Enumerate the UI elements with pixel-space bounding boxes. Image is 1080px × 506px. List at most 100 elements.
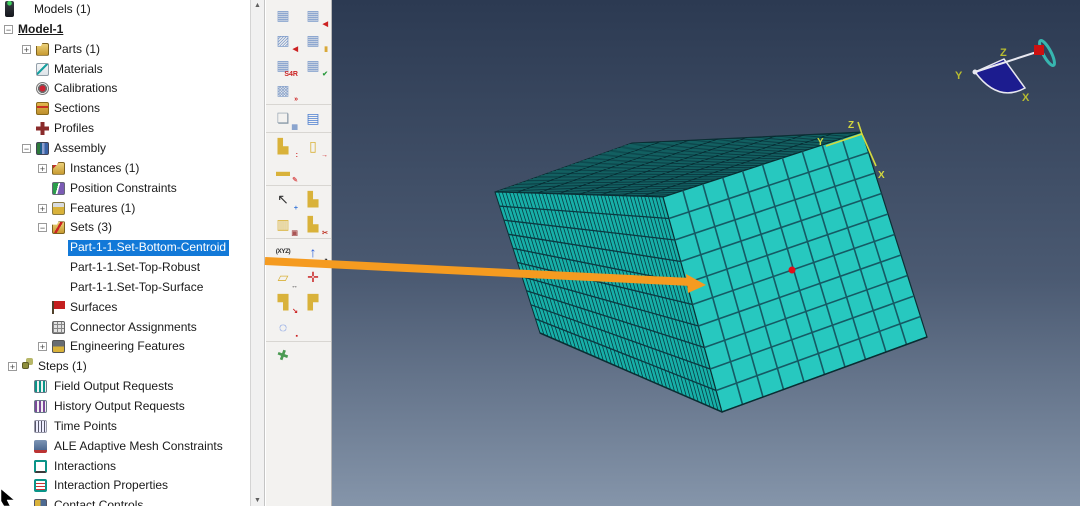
- sketch-icon-badge: ▪: [295, 333, 298, 340]
- tree-item-calibrations[interactable]: Calibrations: [0, 79, 250, 99]
- tree-item-interactions[interactable]: Interactions: [0, 457, 250, 477]
- tree-item-sections[interactable]: Sections: [0, 99, 250, 119]
- tree-item-interaction-properties[interactable]: Interaction Properties: [0, 476, 250, 496]
- mesh-part-icon-glyph: ▦: [276, 7, 290, 23]
- view-compass[interactable]: Y Z X: [955, 38, 1057, 104]
- datum-csys-icon[interactable]: ✛: [298, 265, 328, 290]
- expand-icon[interactable]: +: [38, 342, 47, 352]
- expand-icon[interactable]: +: [38, 203, 47, 213]
- expand-icon[interactable]: +: [8, 362, 17, 372]
- feature-bend-icon[interactable]: ▜ ↘: [268, 290, 298, 315]
- abaqus-cae-window: { "model_tree": { "items": [ {"label":"M…: [0, 0, 1080, 506]
- sketch-icon-glyph: ◌: [278, 319, 288, 335]
- tree-item-steps-1[interactable]: + Steps (1): [0, 357, 250, 377]
- toolbox-group: ▦ ▦ ◀ ▨ ◀ ▦ ▮ ▦ S4R ▦ ✔ ▩»: [266, 2, 331, 105]
- translate-feature-icon-glyph: ▯: [309, 138, 317, 154]
- datum-plane-icon[interactable]: ▱ ↔: [268, 265, 298, 290]
- tree-item-label: Profiles: [54, 121, 95, 136]
- query-table-icon[interactable]: ▤: [298, 106, 328, 131]
- tree-item-models-1[interactable]: Models (1): [0, 0, 250, 20]
- tree-item-label: Instances (1): [70, 160, 140, 175]
- verify-mesh-icon[interactable]: ▦ ✔: [298, 53, 328, 78]
- paint-feature-icon[interactable]: ▬ ✎: [268, 159, 298, 184]
- viewport-canvas[interactable]: Z Y X Y Z X: [332, 0, 1080, 506]
- xyz-point-icon[interactable]: (XYZ) +: [268, 240, 298, 265]
- mesh-flip-icon[interactable]: ▨ ◀: [268, 28, 298, 53]
- tree-item-position-constraints[interactable]: Position Constraints: [0, 179, 250, 199]
- engineering-features-icon: [52, 340, 65, 354]
- tree-item-sets-3[interactable]: − Sets (3): [0, 218, 250, 238]
- mesh-offset-icon-glyph: ▩: [276, 82, 290, 98]
- tree-item-history-output-requests[interactable]: History Output Requests: [0, 397, 250, 417]
- edit-vertex-icon[interactable]: ▙:: [268, 134, 298, 159]
- calibrations-icon: [36, 82, 49, 96]
- ale-icon: [34, 439, 47, 453]
- tree-scrollbar[interactable]: ▲ ▼: [250, 0, 265, 506]
- surfaces-icon: [52, 300, 65, 314]
- datum-axis-icon[interactable]: ↑ ↗: [298, 240, 329, 265]
- materials-icon: [36, 62, 49, 76]
- edit-vertex-icon-glyph: ▙: [277, 138, 289, 154]
- mesh-partition-icon[interactable]: ▦ ▮: [298, 28, 328, 53]
- expand-icon[interactable]: +: [38, 163, 47, 173]
- tree-item-label: Models (1): [34, 2, 91, 16]
- tree-item-materials[interactable]: Materials: [0, 60, 250, 80]
- mesh-part-icon[interactable]: ▦: [268, 3, 298, 28]
- select-point-icon[interactable]: ↖ +: [268, 187, 298, 212]
- sketch-icon[interactable]: ◌ ▪: [268, 315, 298, 340]
- tree-item-part-1-1-set-top-surface[interactable]: Part-1-1.Set-Top-Surface: [0, 278, 250, 298]
- copy-mesh-icon-badge: ▦: [291, 124, 298, 131]
- datum-axis-icon-glyph: ↑: [309, 244, 317, 260]
- tree-item-contact-controls[interactable]: Contact Controls: [0, 496, 250, 506]
- compass-free-rotate-handle[interactable]: [1034, 45, 1044, 55]
- tree-item-profiles[interactable]: Profiles: [0, 119, 250, 139]
- copy-mesh-icon[interactable]: ❏ ▦: [268, 106, 298, 131]
- mesh-delete-icon[interactable]: ▦ ◀: [298, 3, 328, 28]
- meshed-cube-part[interactable]: [494, 131, 928, 413]
- tree-item-field-output-requests[interactable]: Field Output Requests: [0, 377, 250, 397]
- box-feature-icon[interactable]: ▥ ▣: [268, 212, 298, 237]
- tree-item-time-points[interactable]: Time Points: [0, 417, 250, 437]
- viewport[interactable]: Z Y X Y Z X: [332, 0, 1080, 506]
- verify-mesh-icon-glyph: ▦: [306, 57, 320, 73]
- collapse-icon[interactable]: −: [22, 143, 31, 153]
- tree-item-part-1-1-set-top-robust[interactable]: Part-1-1.Set-Top-Robust: [0, 258, 250, 278]
- scroll-down-icon[interactable]: ▼: [251, 497, 264, 504]
- scroll-up-icon[interactable]: ▲: [251, 2, 264, 9]
- time-points-icon: [34, 419, 47, 433]
- collapse-icon[interactable]: −: [4, 24, 13, 34]
- part-triad-z-label: Z: [848, 120, 854, 131]
- compass-x-label: X: [1022, 92, 1030, 104]
- expand-icon[interactable]: +: [22, 44, 31, 54]
- toolbox-group: ❏ ▦ ▤: [266, 105, 331, 133]
- tools-icon[interactable]: ✚: [268, 343, 298, 368]
- corner-feature-icon[interactable]: ▙: [298, 187, 328, 212]
- tree-item-model-1[interactable]: − Model-1: [0, 20, 250, 40]
- tree-item-parts-1[interactable]: + Parts (1): [0, 40, 250, 60]
- tree-item-label: Surfaces: [70, 299, 118, 314]
- tree-item-assembly[interactable]: − Assembly: [0, 139, 250, 159]
- tree-item-engineering-features[interactable]: + Engineering Features: [0, 337, 250, 357]
- translate-feature-icon-badge: →: [321, 152, 328, 159]
- tree-item-label: Interactions: [54, 458, 117, 473]
- tree-item-instances-1[interactable]: + Instances (1): [0, 159, 250, 179]
- compass-y-label: Y: [955, 70, 963, 82]
- tree-item-ale-adaptive-mesh-constraints[interactable]: ALE Adaptive Mesh Constraints: [0, 437, 250, 457]
- tree-item-features-1[interactable]: + Features (1): [0, 199, 250, 219]
- feature-cut-icon[interactable]: ▛: [298, 290, 328, 315]
- part-triad-y-label: Y: [817, 137, 824, 148]
- translate-feature-icon[interactable]: ▯ →: [298, 134, 328, 159]
- tree-item-label: Field Output Requests: [54, 379, 174, 394]
- collapse-icon[interactable]: −: [38, 223, 47, 233]
- datum-axis-icon-badge: ↗: [322, 258, 328, 265]
- element-type-icon[interactable]: ▦ S4R: [268, 53, 298, 78]
- mesh-offset-icon-badge: »: [294, 96, 298, 103]
- trim-feature-icon[interactable]: ▙ ✂: [298, 212, 328, 237]
- mesh-offset-icon[interactable]: ▩»: [268, 78, 298, 103]
- tree-item-connector-assignments[interactable]: Connector Assignments: [0, 318, 250, 338]
- models-icon: [5, 1, 14, 17]
- tree-item-part-1-1-set-bottom-centroid[interactable]: Part-1-1.Set-Bottom-Centroid: [0, 238, 250, 258]
- tree-item-surfaces[interactable]: Surfaces: [0, 298, 250, 318]
- module-toolbox: ▦ ▦ ◀ ▨ ◀ ▦ ▮ ▦ S4R ▦ ✔ ▩» ❏ ▦ ▤ ▙: ▯ → ▬ ✎ ↖ + ▙ ▥ ▣ ▙ ✂ (XYZ) + ↑ ↗ ▱…: [266, 0, 332, 506]
- mesh-delete-icon-badge: ◀: [322, 21, 328, 28]
